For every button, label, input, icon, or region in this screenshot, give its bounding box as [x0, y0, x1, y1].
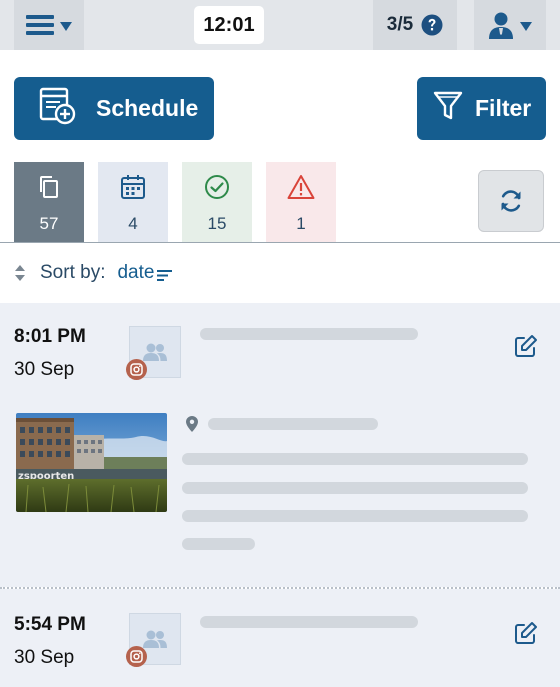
hamburger-menu-icon	[26, 15, 54, 35]
instagram-icon	[130, 650, 143, 663]
top-bar: 12:01 3/5	[0, 0, 560, 50]
sort-control[interactable]: Sort by: date	[14, 258, 173, 288]
account-count: 3/5	[386, 14, 414, 35]
post-date: 30 Sep	[14, 647, 75, 668]
post-time: 5:54 PM	[14, 614, 86, 635]
tab-published[interactable]: 15	[182, 162, 252, 242]
tab-count: 4	[128, 214, 138, 233]
menu-button[interactable]	[14, 0, 84, 50]
sort-value-text: date	[117, 262, 155, 283]
user-icon	[489, 12, 513, 39]
clock-display: 12:01	[194, 6, 264, 44]
text-placeholder-line	[182, 538, 255, 550]
text-placeholder-line	[182, 510, 528, 522]
sort-lines-icon	[157, 269, 173, 281]
post-card[interactable]	[0, 589, 560, 687]
sort-value[interactable]: date	[117, 262, 173, 284]
help-question-icon	[421, 14, 443, 36]
funnel-icon	[433, 90, 463, 128]
warning-icon	[287, 175, 315, 199]
text-placeholder-line	[182, 453, 528, 465]
instagram-icon	[130, 363, 143, 376]
post-image: zspoorten	[16, 413, 167, 512]
instagram-badge	[126, 646, 147, 667]
account-name-placeholder	[200, 616, 418, 628]
post-date: 30 Sep	[14, 359, 75, 380]
tab-count: 57	[39, 214, 59, 233]
instagram-badge	[126, 359, 147, 380]
user-menu-button[interactable]	[474, 0, 546, 50]
edit-button[interactable]	[514, 621, 538, 650]
check-circle-icon	[205, 175, 229, 199]
users-icon	[143, 343, 167, 361]
tab-count: 1	[296, 214, 306, 233]
sort-label: Sort by:	[40, 262, 106, 283]
refresh-button[interactable]	[478, 170, 544, 232]
copy-icon	[40, 176, 58, 198]
location-pin-icon	[186, 416, 198, 432]
sort-arrows-icon	[14, 264, 26, 282]
account-count-button[interactable]: 3/5	[373, 0, 457, 50]
edit-button[interactable]	[514, 334, 538, 363]
text-placeholder-line	[182, 482, 528, 494]
tabs-divider	[0, 242, 560, 243]
refresh-icon	[501, 190, 521, 212]
location-placeholder	[208, 418, 378, 430]
tab-count: 15	[207, 214, 227, 233]
edit-icon	[515, 622, 537, 644]
schedule-add-icon	[38, 86, 78, 132]
calendar-icon	[121, 175, 145, 199]
chevron-down-icon	[60, 22, 72, 31]
post-time: 8:01 PM	[14, 326, 86, 347]
filter-button[interactable]: Filter	[417, 77, 546, 140]
users-icon	[143, 630, 167, 648]
chevron-down-icon	[520, 22, 532, 31]
tab-errors[interactable]: 1	[266, 162, 336, 242]
schedule-label: Schedule	[96, 95, 199, 121]
schedule-button[interactable]: Schedule	[14, 77, 214, 140]
account-name-placeholder	[200, 328, 418, 340]
edit-icon	[515, 335, 537, 357]
filter-label: Filter	[475, 95, 532, 121]
tab-scheduled[interactable]: 4	[98, 162, 168, 242]
tab-all-posts[interactable]: 57	[14, 162, 84, 242]
